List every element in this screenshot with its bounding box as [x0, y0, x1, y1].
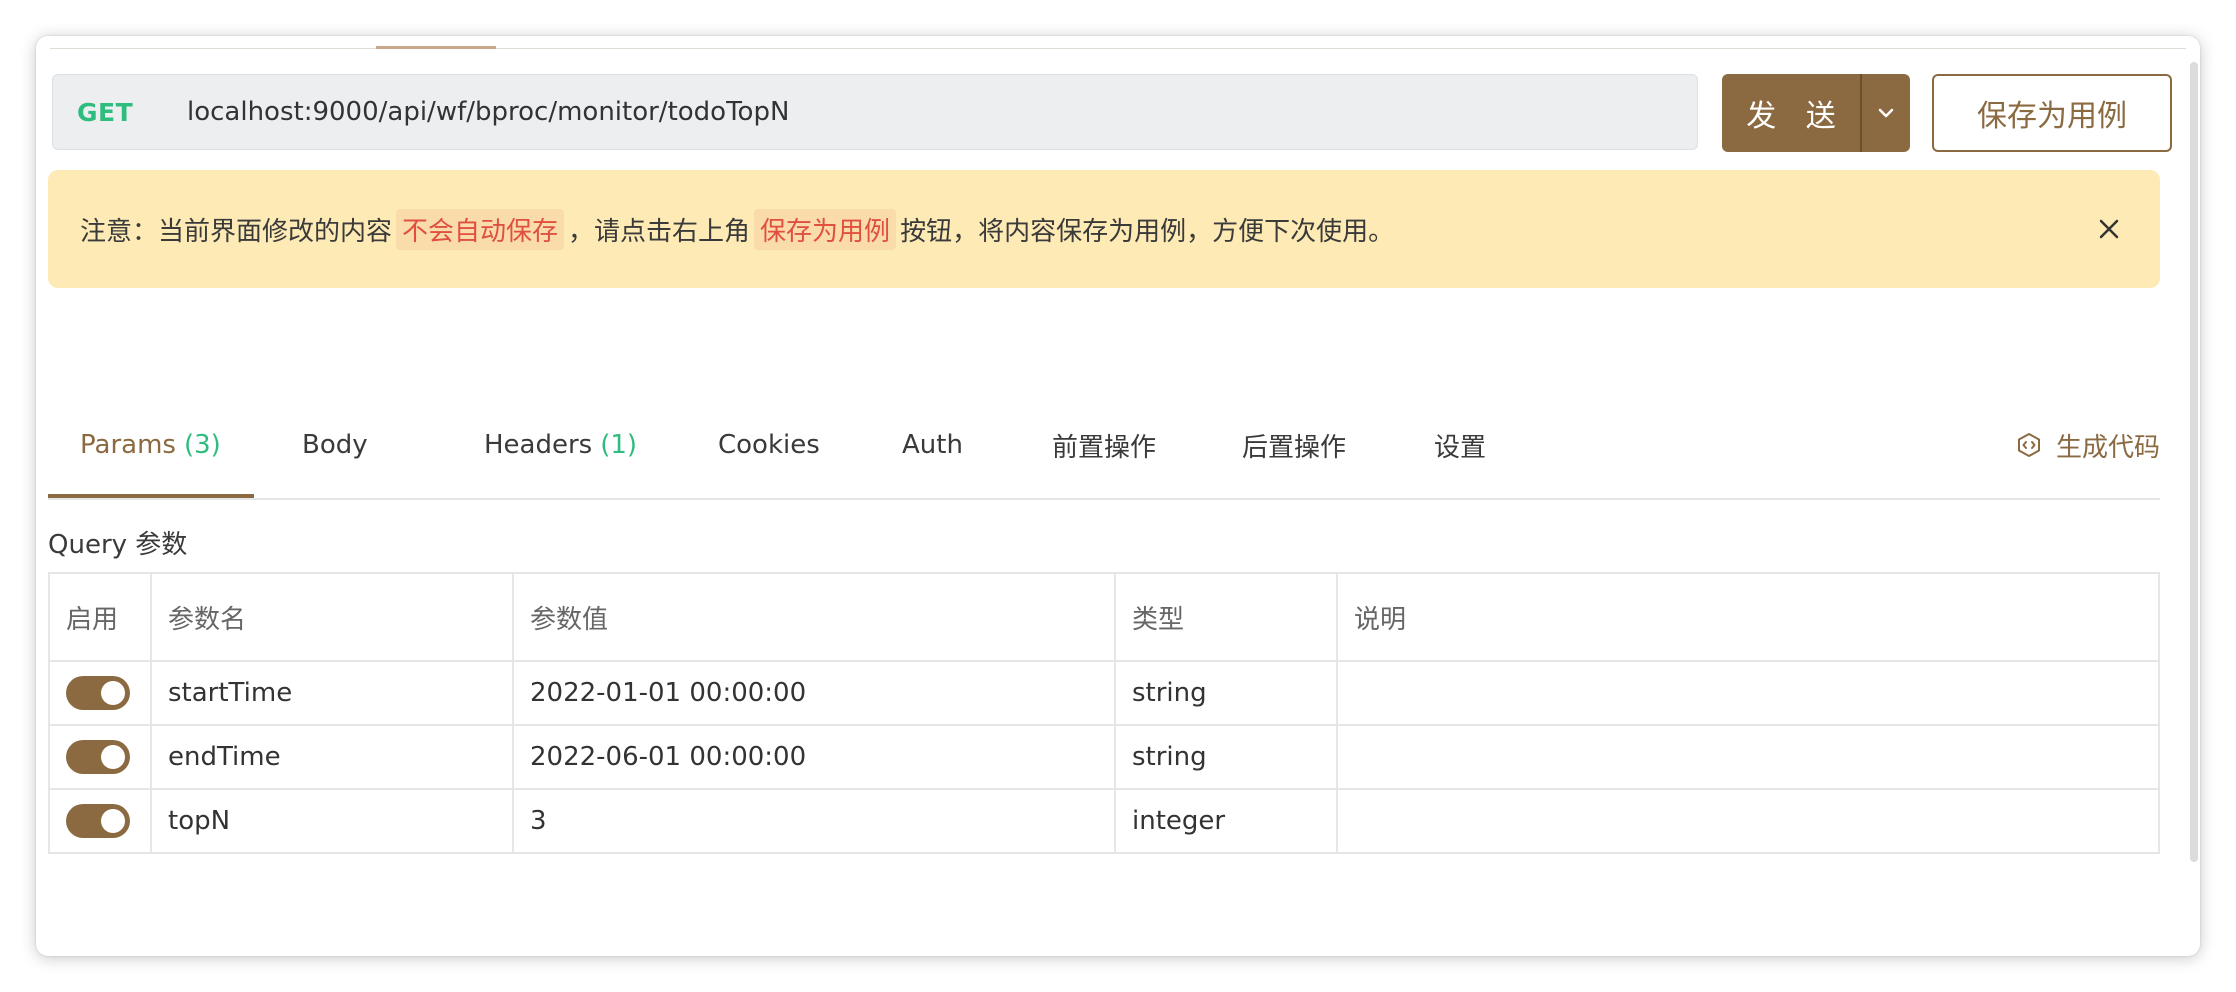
- notice-tag-auto-save: 不会自动保存: [396, 208, 565, 250]
- close-icon: [2099, 219, 2119, 239]
- query-params-table: 启用 参数名 参数值 类型 说明 startTime 2022-01-01 00…: [48, 572, 2160, 854]
- tab-pre-request[interactable]: 前置操作: [1052, 392, 1156, 498]
- param-value-cell[interactable]: 2022-01-01 00:00:00: [512, 660, 1116, 726]
- tab-label: 后置操作: [1242, 432, 1347, 463]
- enabled-cell: [48, 788, 152, 854]
- table-row: startTime 2022-01-01 00:00:00 string: [48, 660, 2160, 726]
- param-type-cell[interactable]: string: [1114, 660, 1338, 726]
- url-bar: GET: [52, 74, 1698, 150]
- active-tab-underline: [48, 494, 254, 498]
- tab-label: 前置操作: [1052, 432, 1157, 463]
- unsaved-notice: 注意：当前界面修改的内容 不会自动保存 ，请点击右上角 保存为用例 按钮，将内容…: [48, 170, 2160, 288]
- param-value-cell[interactable]: 3: [512, 788, 1116, 854]
- header-description: 说明: [1336, 572, 2160, 662]
- http-method-selector[interactable]: GET: [53, 98, 159, 127]
- api-request-panel: GET 发 送 保存为用例 注意：当前界面修改的内容 不会自动保存 ，请点击右上…: [36, 36, 2200, 956]
- send-options-dropdown[interactable]: [1862, 74, 1910, 152]
- notice-close-button[interactable]: [2094, 214, 2124, 244]
- tab-body[interactable]: Body: [302, 392, 368, 498]
- query-params-title: Query 参数: [48, 529, 188, 560]
- generate-code-button[interactable]: 生成代码: [2016, 392, 2160, 498]
- tab-label: Body: [302, 430, 368, 460]
- notice-tag-save-case: 保存为用例: [754, 208, 897, 250]
- enable-toggle[interactable]: [66, 804, 130, 838]
- tab-label: Cookies: [718, 430, 820, 460]
- request-tabs: Params (3) Body Headers (1) Cookies Auth…: [48, 392, 2160, 500]
- vertical-scrollbar[interactable]: [2190, 62, 2198, 862]
- param-type-cell[interactable]: string: [1114, 724, 1338, 790]
- code-cube-icon: [2017, 433, 2040, 457]
- param-type-cell[interactable]: integer: [1114, 788, 1338, 854]
- param-name-cell[interactable]: endTime: [150, 724, 514, 790]
- tab-headers[interactable]: Headers (1): [484, 392, 637, 498]
- tab-settings[interactable]: 设置: [1434, 392, 1486, 498]
- param-name-cell[interactable]: topN: [150, 788, 514, 854]
- generate-code-label: 生成代码: [2055, 432, 2160, 463]
- tab-auth[interactable]: Auth: [902, 392, 963, 498]
- tab-cookies[interactable]: Cookies: [718, 392, 820, 498]
- enabled-cell: [48, 660, 152, 726]
- header-param-value: 参数值: [512, 572, 1116, 662]
- top-divider: [50, 48, 2186, 49]
- enable-toggle[interactable]: [66, 740, 130, 774]
- save-as-case-button[interactable]: 保存为用例: [1932, 74, 2172, 152]
- param-value-cell[interactable]: 2022-06-01 00:00:00: [512, 724, 1116, 790]
- tab-count: (1): [600, 430, 638, 460]
- tab-label: Params: [80, 430, 176, 460]
- send-button[interactable]: 发 送: [1722, 74, 1860, 152]
- table-header-row: 启用 参数名 参数值 类型 说明: [48, 572, 2160, 662]
- chevron-down-icon: [1878, 108, 1894, 118]
- table-row: endTime 2022-06-01 00:00:00 string: [48, 724, 2160, 790]
- enabled-cell: [48, 724, 152, 790]
- param-name-cell[interactable]: startTime: [150, 660, 514, 726]
- tab-count: (3): [183, 430, 221, 460]
- notice-text-middle: ，请点击右上角: [568, 216, 751, 247]
- header-enabled: 启用: [48, 572, 152, 662]
- param-description-cell[interactable]: [1336, 660, 2160, 726]
- notice-text-suffix: 按钮，将内容保存为用例，方便下次使用。: [900, 216, 1395, 247]
- tab-label: Headers: [484, 430, 593, 460]
- top-tab-indicator: [376, 46, 496, 49]
- param-description-cell[interactable]: [1336, 788, 2160, 854]
- tab-label: 设置: [1434, 432, 1487, 463]
- tab-label: Auth: [902, 430, 963, 460]
- send-button-group: 发 送: [1722, 74, 1910, 152]
- url-input[interactable]: [159, 74, 1697, 150]
- notice-text-prefix: 注意：当前界面修改的内容: [80, 216, 393, 247]
- header-param-name: 参数名: [150, 572, 514, 662]
- param-description-cell[interactable]: [1336, 724, 2160, 790]
- enable-toggle[interactable]: [66, 676, 130, 710]
- header-type: 类型: [1114, 572, 1338, 662]
- tab-params[interactable]: Params (3): [80, 392, 221, 498]
- table-row: topN 3 integer: [48, 788, 2160, 854]
- tab-post-request[interactable]: 后置操作: [1242, 392, 1346, 498]
